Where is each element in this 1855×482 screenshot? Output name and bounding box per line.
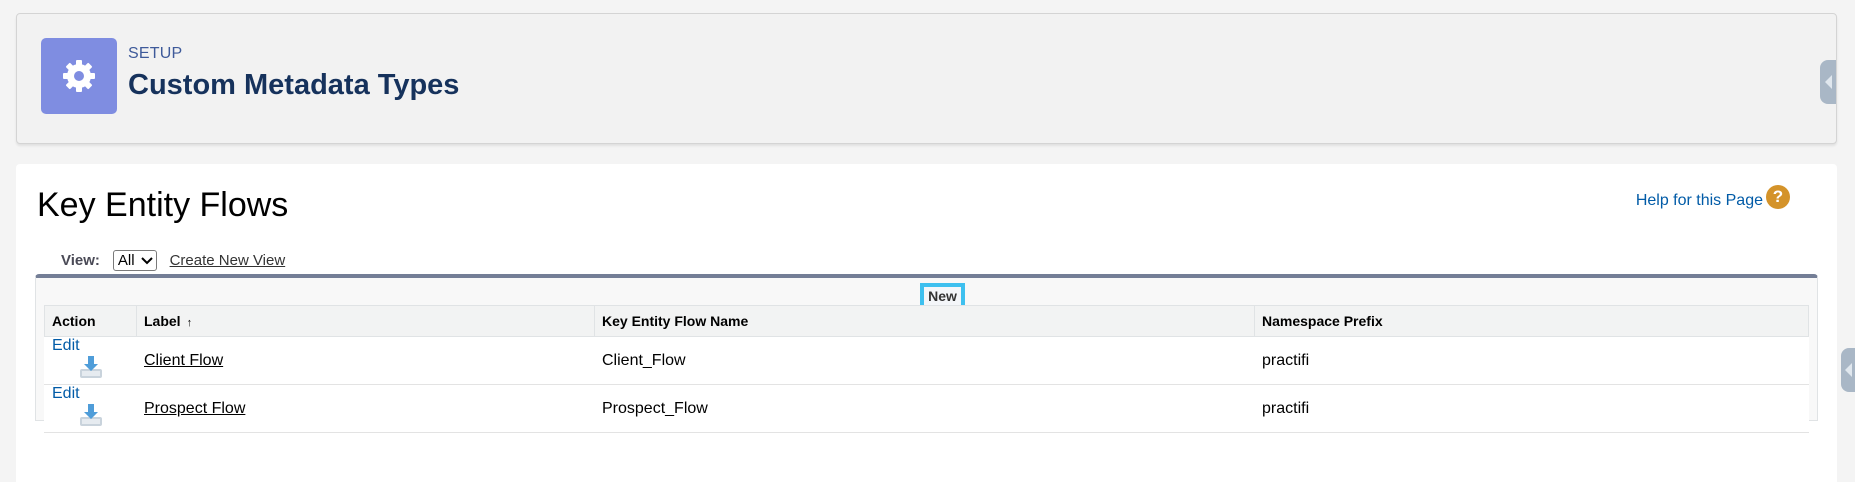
record-label-link[interactable]: Client Flow bbox=[144, 352, 223, 369]
table-header-row: Action Label ↑ Key Entity Flow Name Names… bbox=[44, 305, 1809, 337]
gear-icon bbox=[63, 60, 95, 92]
list-view: New Action Label ↑ Key Entity Flow Name N… bbox=[35, 274, 1818, 433]
view-selector-row: View: All Create New View bbox=[61, 250, 285, 271]
sort-ascending-icon: ↑ bbox=[186, 317, 193, 329]
namespace-prefix-cell: practifi bbox=[1254, 336, 1809, 385]
page-title: Custom Metadata Types bbox=[128, 69, 460, 101]
edit-link[interactable]: Edit bbox=[52, 337, 80, 354]
table-row: Edit Client Flow Client_Flow practifi bbox=[44, 336, 1809, 385]
record-label-link[interactable]: Prospect Flow bbox=[144, 400, 245, 417]
column-header-label[interactable]: Label ↑ bbox=[136, 305, 595, 337]
entity-title: Key Entity Flows bbox=[37, 186, 289, 224]
flow-name-cell: Prospect_Flow bbox=[594, 384, 1255, 433]
view-label: View: bbox=[61, 252, 100, 269]
records-table: Action Label ↑ Key Entity Flow Name Names… bbox=[44, 305, 1809, 433]
action-cell: Edit bbox=[44, 384, 137, 433]
action-cell: Edit bbox=[44, 336, 137, 385]
label-cell: Client Flow bbox=[136, 336, 595, 385]
side-panel-handle[interactable] bbox=[1841, 348, 1855, 392]
edit-link[interactable]: Edit bbox=[52, 385, 80, 402]
help-link[interactable]: Help for this Page bbox=[1636, 192, 1763, 210]
main-content: Key Entity Flows Help for this Page ? Vi… bbox=[16, 164, 1837, 482]
namespace-prefix-cell: practifi bbox=[1254, 384, 1809, 433]
collapse-panel-handle[interactable] bbox=[1820, 60, 1836, 104]
view-select[interactable]: All bbox=[112, 250, 157, 271]
setup-header: SETUP Custom Metadata Types bbox=[16, 13, 1837, 144]
column-header-flow-name[interactable]: Key Entity Flow Name bbox=[594, 305, 1255, 337]
column-header-namespace-prefix[interactable]: Namespace Prefix bbox=[1254, 305, 1809, 337]
setup-section-label: SETUP bbox=[128, 45, 183, 62]
download-icon[interactable] bbox=[79, 355, 103, 384]
question-icon[interactable]: ? bbox=[1766, 185, 1790, 209]
create-new-view-link[interactable]: Create New View bbox=[170, 252, 286, 269]
table-row: Edit Prospect Flow Prospect_Flow practif… bbox=[44, 384, 1809, 433]
setup-tile bbox=[41, 38, 117, 114]
label-cell: Prospect Flow bbox=[136, 384, 595, 433]
view-select-value: All bbox=[117, 252, 135, 269]
flow-name-cell: Client_Flow bbox=[594, 336, 1255, 385]
download-icon[interactable] bbox=[79, 403, 103, 432]
column-header-action: Action bbox=[44, 305, 137, 337]
chevron-down-icon bbox=[140, 254, 153, 268]
